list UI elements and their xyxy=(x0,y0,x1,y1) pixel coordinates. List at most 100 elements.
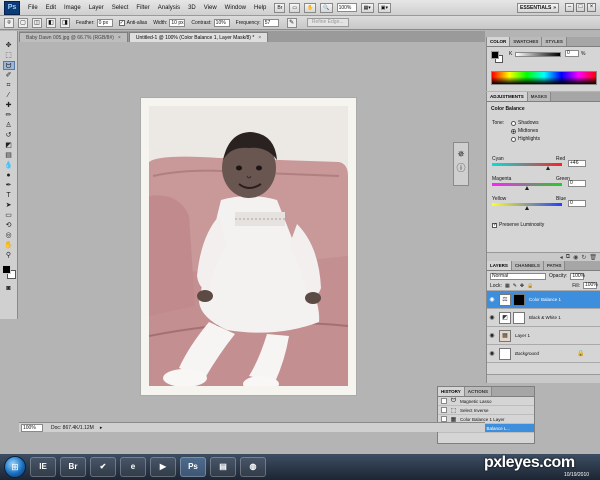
tab-styles[interactable]: STYLES xyxy=(542,37,567,46)
back-arrow-icon[interactable]: ◂ xyxy=(560,254,563,261)
pen-tool-icon[interactable]: ✒ xyxy=(3,181,15,190)
preserve-luminosity-checkbox[interactable]: ✓ xyxy=(492,222,497,228)
maximize-button[interactable]: □ xyxy=(576,3,585,12)
magnetic-lasso-tool-icon[interactable]: ᗢ xyxy=(2,61,15,70)
radio-highlights[interactable] xyxy=(511,136,516,142)
quick-selection-tool-icon[interactable]: ✐ xyxy=(3,71,15,80)
layer-row-layer-1[interactable]: ◉ ▦ Layer 1 xyxy=(487,327,600,345)
eraser-tool-icon[interactable]: ◩ xyxy=(3,141,15,150)
visibility-eye-icon[interactable]: ◉ xyxy=(573,254,578,261)
selection-mode-intersect-icon[interactable]: ◨ xyxy=(60,17,70,28)
zoom-level-field[interactable]: 100% xyxy=(336,3,357,12)
tone-option-midtones[interactable]: Midtones xyxy=(511,128,538,134)
3d-rotate-tool-icon[interactable]: ⟲ xyxy=(3,221,15,230)
foreground-color-swatch[interactable] xyxy=(491,51,499,59)
layer-mask-thumbnail[interactable] xyxy=(513,311,525,324)
refine-edge-button[interactable]: Refine Edge... xyxy=(306,18,349,27)
reset-icon[interactable]: ↻ xyxy=(581,254,586,261)
visibility-eye-icon[interactable]: ◉ xyxy=(487,332,497,339)
width-input[interactable]: 10 px xyxy=(169,18,186,27)
layer-row-color-balance[interactable]: ◉ ⚖ Color Balance 1 xyxy=(487,291,600,309)
clone-stamp-tool-icon[interactable]: ♙ xyxy=(3,121,15,130)
history-item-magnetic-lasso[interactable]: ᗢ Magnetic Lasso xyxy=(438,397,534,406)
opacity-input[interactable]: 100% xyxy=(570,272,585,280)
close-icon[interactable]: × xyxy=(258,35,261,41)
trash-icon[interactable]: 🗑 xyxy=(589,254,597,261)
layer-row-background[interactable]: ◉ Background 🔒 xyxy=(487,345,600,363)
slider-value-input[interactable]: +46 xyxy=(568,160,586,167)
k-channel-slider[interactable] xyxy=(515,52,561,57)
history-item-select-inverse[interactable]: ⬚ Select Inverse xyxy=(438,406,534,415)
start-button[interactable]: ⊞ xyxy=(4,456,26,478)
visibility-eye-icon[interactable]: ◉ xyxy=(487,350,497,357)
menu-image[interactable]: Image xyxy=(60,5,85,11)
menu-select[interactable]: Select xyxy=(108,5,133,11)
taskbar-app-button[interactable]: IE xyxy=(30,457,56,477)
taskbar-app-button[interactable]: ▤ xyxy=(210,457,236,477)
move-tool-icon[interactable]: ✥ xyxy=(3,41,15,50)
navigator-icon[interactable]: ✵ xyxy=(457,149,465,159)
tone-option-shadows[interactable]: Shadows xyxy=(511,120,539,126)
frequency-input[interactable]: 57 xyxy=(262,18,279,27)
magenta-green-slider[interactable]: Magenta Green 0 xyxy=(492,176,596,194)
layer-mask-thumbnail[interactable] xyxy=(513,293,525,306)
contrast-input[interactable]: 10% xyxy=(213,18,230,27)
dodge-tool-icon[interactable]: ● xyxy=(3,171,15,180)
tab-layers[interactable]: LAYERS xyxy=(487,261,512,270)
tab-color[interactable]: COLOR xyxy=(487,37,511,46)
menu-view[interactable]: View xyxy=(200,5,221,11)
zoom-percent-input[interactable]: 100% xyxy=(21,423,43,432)
gradient-tool-icon[interactable]: ▤ xyxy=(3,151,15,160)
radio-midtones[interactable] xyxy=(511,128,516,134)
selection-mode-add-icon[interactable]: ◫ xyxy=(32,17,42,28)
taskbar-app-button[interactable]: ▶ xyxy=(150,457,176,477)
doc-tab-untitled[interactable]: Untitled-1 @ 100% (Color Balance 1, Laye… xyxy=(128,32,269,42)
crop-tool-icon[interactable]: ⌗ xyxy=(3,81,15,90)
foreground-color-swatch[interactable] xyxy=(1,265,11,274)
photo-image[interactable] xyxy=(149,106,348,386)
lock-pixels-icon[interactable]: ✎ xyxy=(513,283,517,289)
layer-name[interactable]: Color Balance 1 xyxy=(529,297,561,302)
tab-actions[interactable]: ACTIONS xyxy=(464,387,493,396)
preserve-luminosity-option[interactable]: ✓ Preserve Luminosity xyxy=(492,222,544,228)
bridge-button[interactable]: Br xyxy=(274,2,286,13)
menu-filter[interactable]: Filter xyxy=(132,5,153,11)
history-brush-source-box[interactable] xyxy=(441,398,447,404)
zoom-tool-icon[interactable]: ⚲ xyxy=(3,251,15,260)
cyan-red-slider[interactable]: Cyan Red +46 xyxy=(492,156,596,174)
history-brush-source-box[interactable] xyxy=(441,407,447,413)
radio-shadows[interactable] xyxy=(511,120,516,126)
status-menu-arrow-icon[interactable]: ▸ xyxy=(100,425,103,431)
feather-input[interactable]: 0 px xyxy=(96,18,113,27)
menu-layer[interactable]: Layer xyxy=(85,5,108,11)
layer-name[interactable]: Background xyxy=(515,351,539,356)
taskbar-app-button[interactable]: e xyxy=(120,457,146,477)
taskbar-app-button[interactable]: ✔ xyxy=(90,457,116,477)
marquee-tool-icon[interactable]: ⬚ xyxy=(3,51,15,60)
canvas-area[interactable]: ✵ ⓘ xyxy=(19,42,485,420)
antialias-checkbox[interactable]: ✓ xyxy=(118,19,125,26)
slider-track[interactable] xyxy=(492,163,562,166)
color-spectrum-ramp[interactable] xyxy=(491,71,597,85)
3d-orbit-tool-icon[interactable]: ◎ xyxy=(3,231,15,240)
close-icon[interactable]: × xyxy=(118,35,121,41)
taskbar-app-button[interactable]: ◍ xyxy=(240,457,266,477)
path-selection-tool-icon[interactable]: ➤ xyxy=(3,201,15,210)
menu-3d[interactable]: 3D xyxy=(184,5,200,11)
selection-mode-subtract-icon[interactable]: ◧ xyxy=(46,17,56,28)
shape-tool-icon[interactable]: ▭ xyxy=(3,211,15,220)
info-icon[interactable]: ⓘ xyxy=(456,163,465,173)
brush-tool-icon[interactable]: ✏ xyxy=(3,111,15,120)
workspace-switcher[interactable]: ESSENTIALS » xyxy=(517,3,559,13)
taskbar-app-button[interactable]: Ps xyxy=(180,457,206,477)
fill-input[interactable]: 100% xyxy=(583,282,598,289)
slider-thumb[interactable] xyxy=(546,166,550,170)
slider-value-input[interactable]: 0 xyxy=(568,200,586,207)
tab-channels[interactable]: CHANNELS xyxy=(511,261,544,270)
slider-value-input[interactable]: 0 xyxy=(568,180,586,187)
slider-thumb[interactable] xyxy=(525,206,529,210)
zoom-tool-button[interactable]: 🔍 xyxy=(320,2,333,13)
document-size-info[interactable]: Doc: 867.4K/1.12M xyxy=(51,425,94,431)
tablet-pressure-icon[interactable]: ✎ xyxy=(286,17,297,28)
taskbar-app-button[interactable]: Br xyxy=(60,457,86,477)
